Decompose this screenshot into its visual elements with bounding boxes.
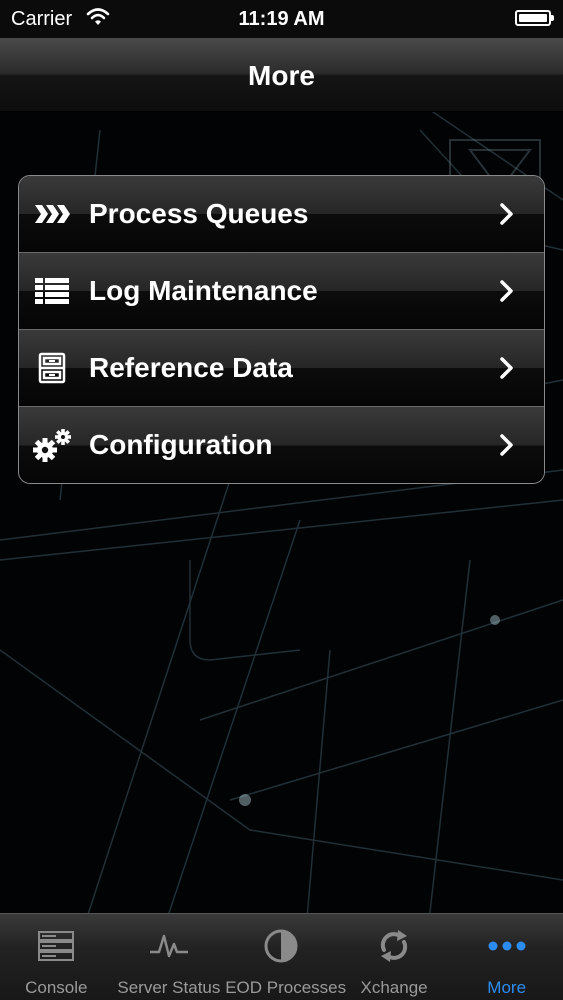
menu-item-log-maintenance[interactable]: Log Maintenance: [19, 253, 544, 330]
gears-icon: [33, 429, 71, 462]
list-icon: [35, 278, 69, 304]
tab-xchange[interactable]: Xchange: [338, 914, 451, 1000]
tab-label: EOD Processes: [225, 978, 347, 997]
menu-item-reference-data[interactable]: Reference Data: [19, 330, 544, 407]
chevron-right-icon: [500, 357, 513, 379]
chevron-right-icon: [500, 280, 513, 302]
battery-icon: [515, 10, 554, 26]
sync-arrows-icon: [380, 930, 408, 962]
half-circle-icon: [264, 929, 298, 963]
tab-label: Xchange: [360, 978, 428, 997]
menu-item-label: Reference Data: [89, 352, 293, 383]
more-screen: Carrier 11:19 AM More Process Queues Log…: [0, 0, 563, 1000]
more-menu-list: Process Queues Log Maintenance Reference…: [18, 175, 545, 484]
circuit-background-image: [0, 109, 563, 1000]
tab-server-status[interactable]: Server Status: [113, 914, 226, 1000]
pulse-icon: [149, 934, 188, 958]
server-rack-icon: [38, 931, 75, 961]
file-cabinet-icon: [38, 352, 66, 384]
tab-label: More: [487, 978, 527, 997]
menu-item-label: Process Queues: [89, 198, 309, 229]
tab-bar: Console Server Status EOD Processes Xcha…: [0, 913, 563, 1000]
menu-item-configuration[interactable]: Configuration: [19, 407, 544, 483]
menu-item-label: Log Maintenance: [89, 275, 318, 306]
menu-item-label: Configuration: [89, 429, 273, 460]
navigation-bar: More: [0, 38, 563, 112]
process-queues-icon: [35, 205, 70, 223]
clock: 11:19 AM: [238, 8, 325, 30]
chevron-right-icon: [500, 203, 513, 225]
status-bar: Carrier 11:19 AM: [0, 0, 563, 38]
tab-label: Console: [25, 978, 88, 997]
tab-label: Server Status: [117, 978, 221, 997]
menu-item-process-queues[interactable]: Process Queues: [19, 176, 544, 253]
chevron-right-icon: [500, 434, 513, 456]
page-title: More: [248, 60, 315, 91]
more-dots-icon: [488, 941, 526, 951]
tab-eod-processes[interactable]: EOD Processes: [225, 914, 347, 1000]
tab-more[interactable]: More: [450, 914, 563, 1000]
tab-console[interactable]: Console: [0, 914, 113, 1000]
